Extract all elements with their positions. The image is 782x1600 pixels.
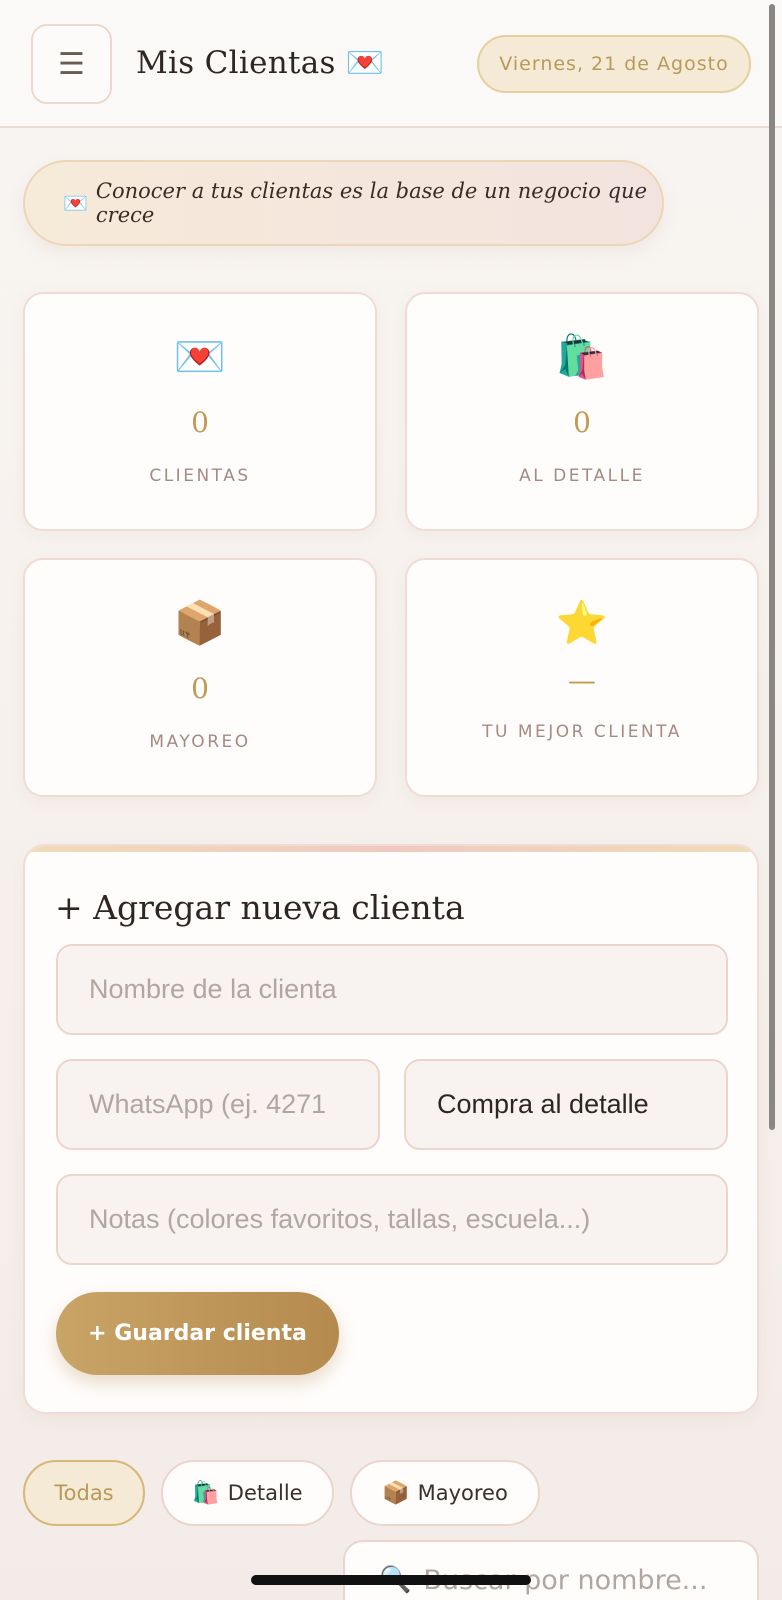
love-letter-icon: 💌: [63, 191, 88, 215]
page-title: Mis Clientas 💌: [136, 45, 385, 81]
form-title: + Agregar nueva clienta: [55, 888, 465, 927]
home-indicator: [251, 1575, 531, 1585]
card-accent-bar: [25, 846, 757, 852]
package-icon: 📦: [173, 598, 227, 647]
stat-label: AL DETALLE: [519, 466, 645, 486]
save-client-button[interactable]: + Guardar clienta: [56, 1292, 339, 1375]
date-badge: Viernes, 21 de Agosto: [477, 35, 751, 93]
app-header: ☰ Mis Clientas 💌 Viernes, 21 de Agosto: [0, 0, 782, 128]
stat-value: 0: [573, 406, 591, 439]
scrollbar[interactable]: [769, 4, 775, 1130]
stat-card-clientas: 💌 0 CLIENTAS: [23, 292, 377, 531]
filter-chip-detalle[interactable]: 🛍️ Detalle: [161, 1460, 334, 1526]
stat-label: CLIENTAS: [149, 466, 251, 486]
star-icon: ⭐: [555, 598, 609, 647]
chip-label: Mayoreo: [417, 1481, 508, 1505]
quote-text: Conocer a tus clientas es la base de un …: [95, 179, 647, 227]
stat-value: —: [568, 664, 596, 697]
add-client-form: + Agregar nueva clienta Nombre de la cli…: [23, 844, 759, 1414]
stat-value: 0: [191, 672, 209, 705]
hamburger-icon: ☰: [58, 46, 85, 82]
search-input[interactable]: 🔍 Buscar por nombre...: [343, 1540, 759, 1600]
stat-label: MAYOREO: [149, 732, 251, 752]
shopping-bags-icon: 🛍️: [192, 1480, 220, 1506]
stat-card-mayoreo: 📦 0 MAYOREO: [23, 558, 377, 797]
shopping-bags-icon: 🛍️: [555, 332, 609, 381]
purchase-type-select[interactable]: Compra al detalle: [404, 1059, 728, 1150]
filter-chip-todas[interactable]: Todas: [23, 1460, 145, 1526]
love-letter-icon: 💌: [173, 332, 227, 381]
stat-label: TU MEJOR CLIENTA: [482, 722, 682, 742]
filter-chip-mayoreo[interactable]: 📦 Mayoreo: [350, 1460, 540, 1526]
stat-value: 0: [191, 406, 209, 439]
stat-card-detalle: 🛍️ 0 AL DETALLE: [405, 292, 759, 531]
chip-label: Todas: [54, 1481, 114, 1505]
package-icon: 📦: [382, 1480, 410, 1506]
client-name-input[interactable]: Nombre de la clienta: [56, 944, 728, 1035]
chip-label: Detalle: [227, 1481, 303, 1505]
notes-input[interactable]: Notas (colores favoritos, tallas, escuel…: [56, 1174, 728, 1265]
stat-card-mejor-clienta: ⭐ — TU MEJOR CLIENTA: [405, 558, 759, 797]
motivational-quote: 💌 Conocer a tus clientas es la base de u…: [23, 160, 664, 246]
whatsapp-input[interactable]: WhatsApp (ej. 4271: [56, 1059, 380, 1150]
menu-button[interactable]: ☰: [31, 24, 112, 104]
